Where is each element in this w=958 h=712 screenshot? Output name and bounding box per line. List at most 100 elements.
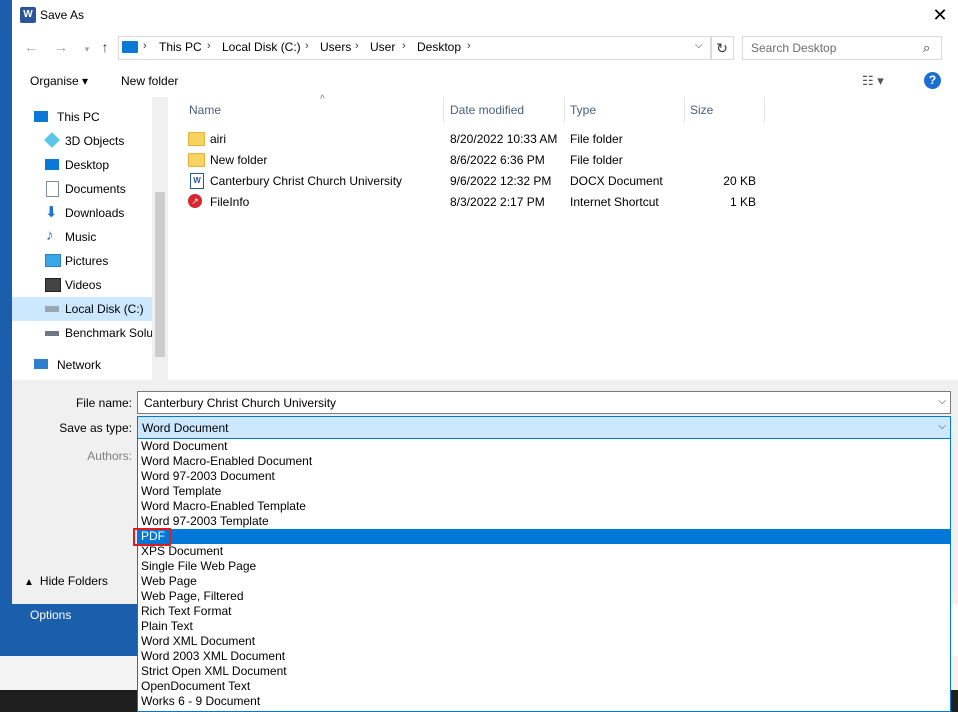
nav-item-label: Downloads (65, 206, 125, 220)
options-menu-item[interactable]: Options (30, 608, 71, 622)
nav-item-pictures[interactable]: Pictures (12, 249, 152, 273)
save-type-option[interactable]: OpenDocument Text (138, 679, 950, 694)
hide-folders-button[interactable]: ▲ Hide Folders (24, 574, 108, 588)
save-type-option-pdf[interactable]: PDF (138, 529, 950, 544)
save-type-label: Save as type: (59, 421, 132, 435)
column-header-type[interactable]: Type (570, 103, 596, 117)
file-date: 8/3/2022 2:17 PM (450, 195, 545, 209)
close-button[interactable]: ✕ (928, 4, 952, 26)
nav-scrollbar-thumb[interactable] (155, 192, 165, 357)
file-name: Canterbury Christ Church University (210, 174, 403, 188)
nav-item-benchmark[interactable]: Benchmark Solu (12, 321, 154, 345)
save-type-option[interactable]: Single File Web Page (138, 559, 950, 574)
navigation-pane: This PC 3D Objects Desktop Documents ⬇ D… (12, 97, 168, 380)
nav-item-videos[interactable]: Videos (12, 273, 152, 297)
save-type-option[interactable]: Plain Text (138, 619, 950, 634)
breadcrumb-separator-icon: › (305, 40, 309, 52)
file-row[interactable]: airi 8/20/2022 10:33 AM File folder (188, 129, 768, 150)
column-header-date-modified[interactable]: Date modified (450, 103, 524, 117)
file-date: 8/20/2022 10:33 AM (450, 132, 558, 146)
save-type-option[interactable]: Web Page (138, 574, 950, 589)
refresh-icon[interactable]: ↻ (710, 36, 734, 60)
chevron-down-icon[interactable]: ⌵ (938, 421, 946, 432)
chevron-down-icon[interactable]: ⌵ (938, 396, 946, 407)
back-arrow-icon[interactable]: ← (22, 39, 40, 55)
docx-icon: W (190, 173, 204, 189)
nav-item-documents[interactable]: Documents (12, 177, 152, 201)
save-type-option[interactable]: Word 2003 XML Document (138, 649, 950, 664)
nav-item-downloads[interactable]: ⬇ Downloads (12, 201, 152, 225)
save-type-option[interactable]: Strict Open XML Document (138, 664, 950, 679)
column-divider[interactable] (443, 97, 444, 123)
file-size: 20 KB (723, 174, 756, 188)
search-icon[interactable]: ⌕ (923, 40, 930, 56)
file-name-field[interactable]: Canterbury Christ Church University ⌵ (137, 391, 951, 414)
nav-item-local-disk[interactable]: Local Disk (C:) (12, 297, 152, 321)
file-name-value[interactable]: Canterbury Christ Church University (144, 396, 336, 410)
internet-shortcut-icon: ↗ (188, 194, 202, 208)
breadcrumb-separator-icon: › (207, 40, 211, 52)
column-divider[interactable] (764, 97, 765, 123)
network-icon (34, 359, 48, 369)
nav-item-label: Music (65, 230, 97, 244)
save-type-option[interactable]: Word XML Document (138, 634, 950, 649)
nav-item-label: This PC (57, 110, 100, 124)
nav-item-this-pc[interactable]: This PC (12, 105, 152, 129)
column-header-size[interactable]: Size (690, 103, 713, 117)
nav-item-label: Documents (65, 182, 126, 196)
search-box[interactable]: Search Desktop ⌕ (742, 36, 942, 60)
pc-icon (34, 111, 48, 122)
breadcrumb-separator-icon: › (467, 40, 471, 52)
file-name: New folder (210, 153, 268, 167)
nav-item-network[interactable]: Network (12, 353, 152, 377)
address-bar[interactable]: › This PC › Local Disk (C:) › Users › Us… (118, 36, 712, 60)
save-type-option[interactable]: Works 6 - 9 Document (138, 694, 950, 709)
up-arrow-icon[interactable]: ↑ (96, 39, 114, 55)
breadcrumb-separator-icon: › (402, 40, 406, 52)
nav-item-desktop[interactable]: Desktop (12, 153, 152, 177)
dialog-title: Save As (40, 8, 85, 22)
save-type-value[interactable]: Word Document (142, 421, 228, 435)
file-row[interactable]: W Canterbury Christ Church University 9/… (188, 171, 768, 192)
organise-button[interactable]: Organise ▾ (30, 74, 88, 88)
breadcrumb-local-disk[interactable]: Local Disk (C:) (222, 40, 301, 54)
breadcrumb-separator-icon: › (143, 40, 147, 52)
address-history-chevron-icon[interactable]: ⌵ (695, 40, 703, 51)
nav-item-label: Videos (65, 278, 102, 292)
save-type-option[interactable]: Rich Text Format (138, 604, 950, 619)
title-bar: W Save As ✕ (12, 0, 958, 31)
save-type-option[interactable]: Word 97-2003 Template (138, 514, 950, 529)
file-row[interactable]: New folder 8/6/2022 6:36 PM File folder (188, 150, 768, 171)
documents-icon (46, 181, 59, 197)
breadcrumb-this-pc[interactable]: This PC (159, 40, 202, 54)
breadcrumb-desktop[interactable]: Desktop (417, 40, 461, 54)
download-icon: ⬇ (45, 204, 58, 221)
search-input[interactable]: Search Desktop (751, 41, 836, 55)
nav-item-3d-objects[interactable]: 3D Objects (12, 129, 152, 153)
save-type-option[interactable]: Web Page, Filtered (138, 589, 950, 604)
save-type-option[interactable]: Word Macro-Enabled Template (138, 499, 950, 514)
save-type-option[interactable]: Word Macro-Enabled Document (138, 454, 950, 469)
help-icon[interactable]: ? (924, 72, 941, 89)
navigation-row: ← → ▾ ↑ › This PC › Local Disk (C:) › Us… (12, 31, 958, 64)
nav-item-music[interactable]: ♪ Music (12, 225, 152, 249)
forward-arrow-icon[interactable]: → (52, 39, 70, 55)
recent-locations-chevron-icon[interactable]: ▾ (78, 41, 96, 57)
save-type-option[interactable]: Word 97-2003 Document (138, 469, 950, 484)
column-divider[interactable] (564, 97, 565, 123)
save-type-option[interactable]: Word Template (138, 484, 950, 499)
pictures-icon (45, 254, 61, 267)
breadcrumb-users[interactable]: Users (320, 40, 351, 54)
this-pc-icon (122, 41, 138, 53)
save-type-option[interactable]: Word Document (138, 439, 950, 454)
save-type-dropdown-list[interactable]: Word Document Word Macro-Enabled Documen… (137, 439, 951, 712)
file-row[interactable]: ↗ FileInfo 8/3/2022 2:17 PM Internet Sho… (188, 192, 768, 213)
breadcrumb-user[interactable]: User (370, 40, 395, 54)
column-header-name[interactable]: Name (189, 103, 221, 117)
nav-item-label: Benchmark Solu (65, 326, 154, 340)
change-view-button[interactable]: ☷ ▾ (862, 73, 884, 89)
new-folder-button[interactable]: New folder (121, 74, 178, 88)
save-type-option[interactable]: XPS Document (138, 544, 950, 559)
save-type-combo[interactable]: Word Document ⌵ (137, 416, 951, 439)
column-divider[interactable] (684, 97, 685, 123)
